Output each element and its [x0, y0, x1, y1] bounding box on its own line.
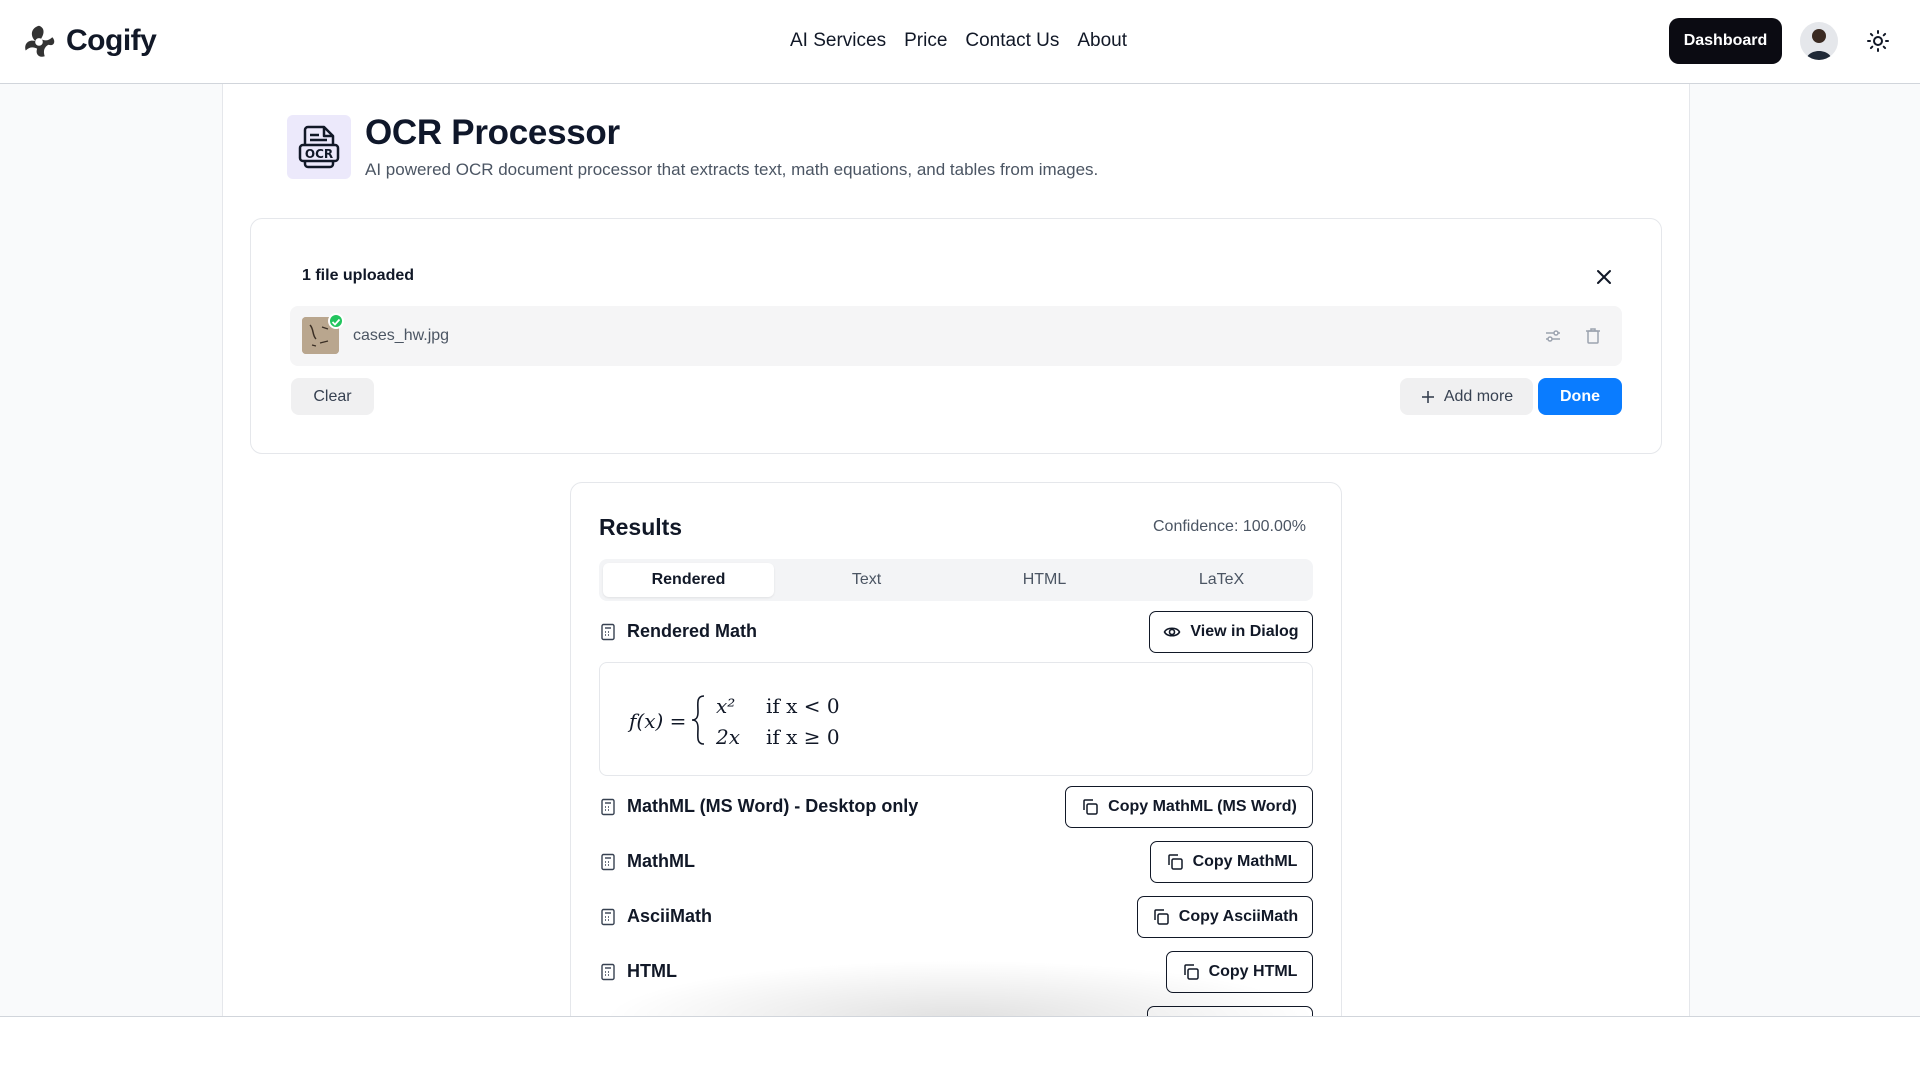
clear-button[interactable]: Clear	[291, 378, 374, 415]
svg-text:OCR: OCR	[305, 147, 333, 161]
asciimath-heading: AsciiMath	[599, 906, 712, 927]
calculator-icon	[601, 963, 615, 980]
sliders-icon[interactable]	[1543, 326, 1563, 346]
file-name: cases_hw.jpg	[353, 327, 450, 344]
mathml-word-heading: MathML (MS Word) - Desktop only	[599, 796, 918, 817]
top-navbar: Cogify AI Services Price Contact Us Abou…	[0, 0, 1920, 84]
page-subtitle: AI powered OCR document processor that e…	[365, 160, 1099, 179]
dashboard-button[interactable]: Dashboard	[1669, 18, 1782, 64]
results-title: Results	[599, 514, 683, 540]
asciimath-label: AsciiMath	[627, 906, 713, 926]
page-title: OCR Processor	[365, 113, 620, 152]
tab-rendered[interactable]: Rendered	[603, 563, 774, 597]
tab-latex[interactable]: LaTeX	[1136, 563, 1307, 597]
done-button[interactable]: Done	[1538, 378, 1622, 415]
copy-asciimath-label: Copy AsciiMath	[1178, 908, 1299, 925]
rendered-math-heading: Rendered Math	[599, 621, 757, 642]
file-row	[290, 306, 1622, 366]
copy-mathml-word-button[interactable]: Copy MathML (MS Word)	[1065, 786, 1313, 828]
main-nav: AI Services Price Contact Us About	[790, 30, 1127, 52]
next-copy-button-partial[interactable]	[1147, 1006, 1313, 1016]
sun-icon[interactable]	[1866, 29, 1890, 53]
copy-html-label: Copy HTML	[1208, 963, 1298, 980]
copy-html-button[interactable]: Copy HTML	[1166, 951, 1313, 993]
ocr-tool-icon: OCR	[287, 115, 351, 179]
calculator-icon	[601, 798, 615, 815]
copy-mathml-label: Copy MathML	[1192, 853, 1298, 870]
add-more-label: Add more	[1443, 387, 1514, 405]
copy-icon	[1167, 854, 1183, 870]
avatar[interactable]	[1800, 22, 1838, 60]
calculator-icon	[601, 853, 615, 870]
html-heading: HTML	[599, 961, 677, 982]
mathml-heading: MathML	[599, 851, 695, 872]
copy-mathml-word-label: Copy MathML (MS Word)	[1108, 798, 1297, 815]
view-in-dialog-label: View in Dialog	[1190, 623, 1299, 640]
nav-about[interactable]: About	[1077, 30, 1127, 52]
copy-mathml-button[interactable]: Copy MathML	[1150, 841, 1313, 883]
mathml-label: MathML	[627, 851, 695, 871]
close-icon[interactable]	[1593, 266, 1615, 288]
view-in-dialog-button[interactable]: View in Dialog	[1149, 611, 1313, 653]
confidence-score: Confidence: 100.00%	[1153, 518, 1306, 535]
equation-case2-cond: if x ≥ 0	[766, 725, 840, 749]
equation-case1-cond: if x < 0	[766, 694, 840, 718]
plus-icon	[1421, 390, 1434, 403]
equation-brace	[691, 695, 705, 745]
upload-success-check-icon	[328, 313, 344, 329]
html-label: HTML	[627, 961, 677, 981]
trash-icon[interactable]	[1583, 326, 1603, 346]
nav-ai-services[interactable]: AI Services	[790, 30, 886, 52]
calculator-icon	[601, 908, 615, 925]
equation-lhs: f(x) =	[627, 709, 686, 733]
copy-icon	[1183, 964, 1199, 980]
user-avatar-icon	[1800, 22, 1838, 60]
mathml-word-label: MathML (MS Word) - Desktop only	[627, 796, 919, 816]
cogify-logo-icon	[25, 25, 55, 57]
viewport: Cogify AI Services Price Contact Us Abou…	[0, 0, 1920, 1017]
tab-text[interactable]: Text	[781, 563, 952, 597]
nav-price[interactable]: Price	[904, 30, 947, 52]
brand[interactable]: Cogify	[20, 22, 157, 60]
brand-name: Cogify	[66, 24, 157, 57]
add-more-button[interactable]: Add more	[1400, 378, 1533, 415]
nav-contact-us[interactable]: Contact Us	[965, 30, 1059, 52]
upload-count: 1 file uploaded	[302, 267, 415, 284]
copy-asciimath-button[interactable]: Copy AsciiMath	[1137, 896, 1313, 938]
rendered-equation: f(x) = x² if x < 0 2x if x ≥ 0	[627, 694, 840, 749]
calculator-icon	[601, 623, 615, 640]
results-tabs: Rendered Text HTML LaTeX	[599, 559, 1313, 601]
eye-icon	[1164, 627, 1181, 637]
equation-case2-expr: 2x	[715, 725, 740, 749]
rendered-math-label: Rendered Math	[627, 621, 758, 641]
copy-icon	[1154, 909, 1169, 925]
tab-html[interactable]: HTML	[959, 563, 1130, 597]
equation-case1-expr: x²	[716, 694, 735, 718]
copy-icon	[1083, 799, 1098, 815]
